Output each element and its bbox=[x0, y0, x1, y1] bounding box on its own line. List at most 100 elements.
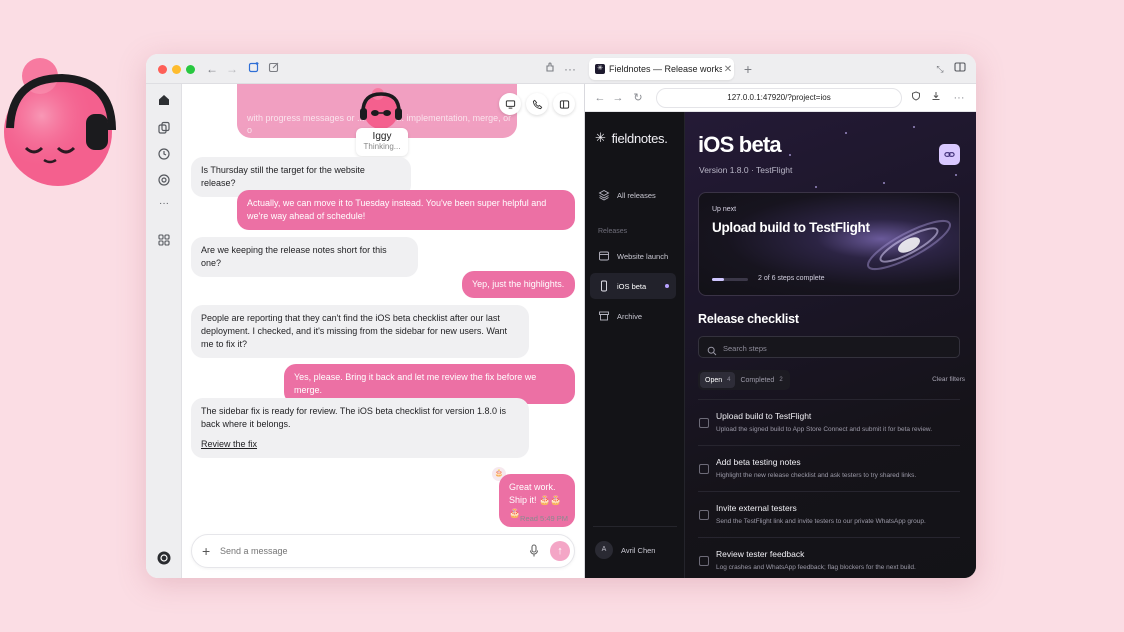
browser-window-icon bbox=[598, 250, 610, 262]
checklist-item[interactable]: Add beta testing notes Highlight the new… bbox=[698, 445, 960, 491]
sidebar-divider bbox=[593, 526, 677, 527]
forward-arrow-icon[interactable]: → bbox=[224, 61, 240, 77]
send-button[interactable]: ↑ bbox=[550, 541, 570, 561]
step-checkbox[interactable] bbox=[699, 556, 709, 566]
review-fix-link[interactable]: Review the fix bbox=[201, 438, 519, 451]
minimize-window-button[interactable] bbox=[172, 65, 181, 74]
reload-icon[interactable]: ↻ bbox=[631, 91, 645, 105]
message-text: Actually, we can move it to Tuesday inst… bbox=[247, 198, 547, 221]
star-decoration bbox=[883, 182, 885, 184]
message-text: Is Thursday still the target for the web… bbox=[201, 165, 365, 188]
filter-tabs: Open 4 Completed 2 bbox=[698, 370, 790, 390]
up-next-title: Upload build to TestFlight bbox=[712, 220, 870, 235]
step-title: Invite external testers bbox=[716, 503, 797, 513]
tab-close-icon[interactable]: ✕ bbox=[722, 64, 734, 75]
avatar: A bbox=[595, 541, 613, 559]
up-next-card[interactable]: Up next Upload build to TestFlight 2 of … bbox=[698, 192, 960, 296]
search-input[interactable] bbox=[723, 340, 943, 356]
home-icon[interactable] bbox=[156, 92, 172, 108]
split-view-icon[interactable] bbox=[952, 61, 968, 77]
at-sign-icon[interactable] bbox=[156, 172, 172, 188]
step-description: Send the TestFlight link and invite test… bbox=[716, 518, 926, 525]
new-tab-icon[interactable]: + bbox=[740, 61, 756, 77]
sidebar-item-website-launch[interactable]: Website launch bbox=[590, 243, 676, 269]
assistant-logo-icon[interactable] bbox=[156, 550, 172, 566]
sidebar-toggle-button[interactable] bbox=[553, 93, 575, 115]
message-text: Yes, please. Bring it back and let me re… bbox=[294, 372, 537, 395]
user-profile[interactable]: A Avril Chen bbox=[595, 540, 681, 560]
sidebar-item-all-releases[interactable]: All releases bbox=[590, 182, 676, 208]
step-title: Add beta testing notes bbox=[716, 457, 801, 467]
step-checkbox[interactable] bbox=[699, 418, 709, 428]
url-bar[interactable]: 127.0.0.1:47920/?project=ios bbox=[656, 88, 902, 108]
archive-icon bbox=[598, 310, 610, 322]
brand-name: fieldnotes. bbox=[611, 130, 668, 146]
message-input[interactable] bbox=[220, 542, 520, 560]
microphone-icon[interactable] bbox=[528, 544, 540, 558]
search-steps bbox=[698, 336, 960, 358]
step-title: Upload build to TestFlight bbox=[716, 411, 812, 421]
copy-icon[interactable] bbox=[156, 120, 172, 136]
download-icon[interactable] bbox=[929, 91, 943, 105]
agent-name: Iggy bbox=[372, 131, 392, 142]
checklist-item[interactable]: Upload build to TestFlight Upload the si… bbox=[698, 399, 960, 445]
star-decoration bbox=[789, 154, 791, 156]
new-window-icon[interactable] bbox=[246, 61, 262, 77]
sidebar-item-ios-beta[interactable]: iOS beta bbox=[590, 273, 676, 299]
sidebar-section-label: Releases bbox=[598, 228, 628, 235]
tab-open[interactable]: Open 4 bbox=[700, 372, 736, 388]
star-decoration bbox=[845, 132, 847, 134]
more-rail-icon[interactable]: ··· bbox=[156, 198, 172, 214]
sidebar-item-label: Archive bbox=[617, 311, 643, 321]
back-arrow-icon[interactable]: ← bbox=[204, 61, 220, 77]
browser-more-icon[interactable]: ··· bbox=[952, 91, 966, 105]
app-window: ← → ··· ✳ Fieldnotes — Release worksp ✕ … bbox=[146, 54, 976, 578]
tab-completed[interactable]: Completed 2 bbox=[735, 372, 787, 388]
maximize-window-button[interactable] bbox=[186, 65, 195, 74]
star-decoration bbox=[955, 174, 957, 176]
sidebar-item-archive[interactable]: Archive bbox=[590, 303, 676, 329]
more-menu-icon[interactable]: ··· bbox=[562, 61, 578, 77]
step-checkbox[interactable] bbox=[699, 464, 709, 474]
message-user: Yep, just the highlights. bbox=[462, 271, 575, 298]
step-checkbox[interactable] bbox=[699, 510, 709, 520]
tab-count: 4 bbox=[727, 377, 731, 383]
history-icon[interactable] bbox=[156, 146, 172, 162]
screen-share-button[interactable] bbox=[499, 93, 521, 115]
collapse-icon[interactable]: ⤡ bbox=[932, 61, 948, 77]
progress-bar bbox=[712, 278, 748, 281]
add-attachment-icon[interactable]: + bbox=[202, 543, 210, 559]
search-icon bbox=[707, 343, 717, 356]
sidebar-item-label: iOS beta bbox=[617, 281, 647, 291]
layers-icon bbox=[598, 189, 610, 201]
app-logo: ✳ fieldnotes. bbox=[595, 130, 668, 146]
clear-filters-link[interactable]: Clear filters bbox=[932, 376, 965, 383]
call-button[interactable] bbox=[526, 93, 548, 115]
browser-back-icon[interactable]: ← bbox=[593, 91, 607, 105]
message-text: The sidebar fix is ready for review. The… bbox=[201, 406, 506, 429]
up-next-label: Up next bbox=[712, 206, 737, 213]
sidebar-item-label: Website launch bbox=[617, 251, 669, 261]
fieldnotes-app: ✳ fieldnotes. All releases Releases Webs… bbox=[585, 112, 976, 578]
fieldnotes-favicon: ✳ bbox=[595, 64, 605, 74]
grid-icon[interactable] bbox=[156, 232, 172, 248]
message-assistant: Are we keeping the release notes short f… bbox=[191, 237, 418, 277]
message-composer: + ↑ bbox=[191, 534, 575, 568]
agent-avatar-icon bbox=[360, 88, 402, 129]
checklist-item[interactable]: Invite external testers Send the TestFli… bbox=[698, 491, 960, 537]
galaxy-illustration bbox=[866, 219, 952, 271]
message-text: Great work. Ship it! 🎂🎂🎂 bbox=[509, 482, 562, 518]
step-description: Log crashes and WhatsApp feedback; flag … bbox=[716, 564, 916, 571]
sidebar-item-label: All releases bbox=[617, 190, 656, 200]
close-window-button[interactable] bbox=[158, 65, 167, 74]
copy-link-button[interactable] bbox=[939, 144, 960, 165]
page-subtitle: Version 1.8.0 · TestFlight bbox=[699, 165, 793, 175]
page-title: iOS beta bbox=[698, 132, 782, 157]
compose-icon[interactable] bbox=[266, 61, 282, 77]
tab-fieldnotes[interactable]: ✳ Fieldnotes — Release worksp ✕ bbox=[589, 58, 734, 80]
star-decoration bbox=[815, 186, 817, 188]
shield-icon[interactable] bbox=[909, 91, 923, 105]
extension-icon[interactable] bbox=[542, 61, 558, 77]
checklist-item[interactable]: Review tester feedback Log crashes and W… bbox=[698, 537, 960, 578]
browser-forward-icon[interactable]: → bbox=[611, 91, 625, 105]
